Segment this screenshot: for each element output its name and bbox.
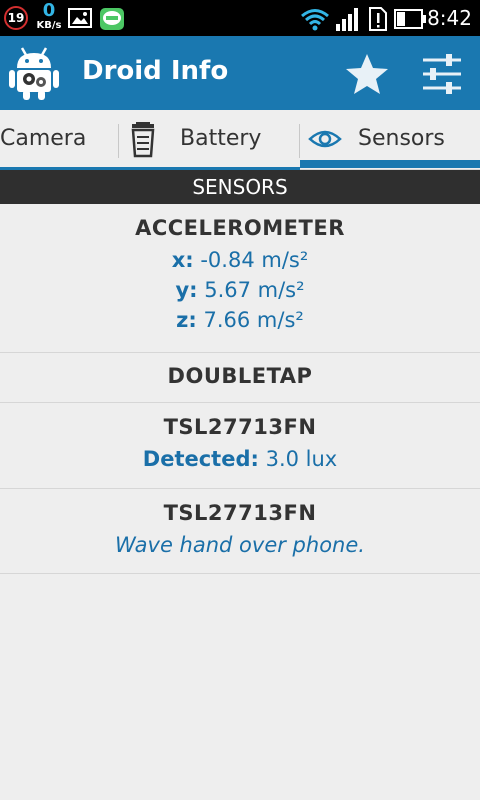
axis-value: 5.67 m/s² xyxy=(204,278,305,302)
sensor-item-proximity[interactable]: TSL27713FN Wave hand over phone. xyxy=(0,489,480,574)
axis-value: -0.84 m/s² xyxy=(200,248,309,272)
clock-time: 8:42 xyxy=(427,6,472,30)
signal-strength-icon xyxy=(336,8,358,31)
sensor-name: DOUBLETAP xyxy=(167,364,313,388)
section-header: SENSORS xyxy=(0,170,480,204)
sensor-item-accelerometer[interactable]: ACCELEROMETER x: -0.84 m/s² y: 5.67 m/s²… xyxy=(0,204,480,353)
droid-info-app-icon[interactable] xyxy=(6,44,62,102)
network-speed-indicator: 0 KB/s xyxy=(34,2,64,32)
proximity-hint-text: Wave hand over phone. xyxy=(115,533,365,557)
line-app-icon xyxy=(100,8,124,30)
wifi-icon xyxy=(301,9,329,31)
axis-label: y: xyxy=(175,278,198,302)
status-bar: 19 0 KB/s 8:42 xyxy=(0,0,480,36)
active-tab-indicator xyxy=(300,160,480,168)
app-title: Droid Info xyxy=(82,56,229,86)
eye-icon xyxy=(308,130,342,148)
battery-icon xyxy=(394,9,426,29)
battery-tab-icon xyxy=(131,122,155,158)
tab-camera-label: Camera xyxy=(0,126,87,151)
favorite-star-icon[interactable] xyxy=(344,52,390,96)
sensor-name: TSL27713FN xyxy=(163,501,317,525)
sensor-item-light[interactable]: TSL27713FN Detected: 3.0 lux xyxy=(0,403,480,489)
axis-value: 7.66 m/s² xyxy=(203,308,304,332)
network-speed-value: 0 xyxy=(42,0,56,21)
sensor-item-doubletap[interactable]: DOUBLETAP xyxy=(0,353,480,403)
axis-label: z: xyxy=(176,308,197,332)
settings-sliders-icon[interactable] xyxy=(420,52,464,96)
detected-label: Detected: xyxy=(142,447,259,471)
light-detected-reading: Detected: 3.0 lux xyxy=(0,447,480,471)
notification-count-badge: 19 xyxy=(4,6,28,30)
tab-camera[interactable]: Camera xyxy=(0,110,118,170)
tab-sensors-label: Sensors xyxy=(358,126,445,151)
accelerometer-z-reading: z: 7.66 m/s² xyxy=(0,308,480,332)
accelerometer-x-reading: x: -0.84 m/s² xyxy=(0,248,480,272)
detected-value: 3.0 lux xyxy=(265,447,338,471)
sensor-name: ACCELEROMETER xyxy=(135,216,345,240)
action-bar: Droid Info xyxy=(0,36,480,110)
sim-alert-icon xyxy=(369,7,387,31)
tab-battery-label: Battery xyxy=(180,126,262,151)
tab-battery[interactable]: Battery xyxy=(119,110,299,170)
axis-label: x: xyxy=(171,248,194,272)
image-notification-icon xyxy=(68,8,92,28)
network-speed-unit: KB/s xyxy=(36,20,62,31)
accelerometer-y-reading: y: 5.67 m/s² xyxy=(0,278,480,302)
sensor-name: TSL27713FN xyxy=(163,415,317,439)
